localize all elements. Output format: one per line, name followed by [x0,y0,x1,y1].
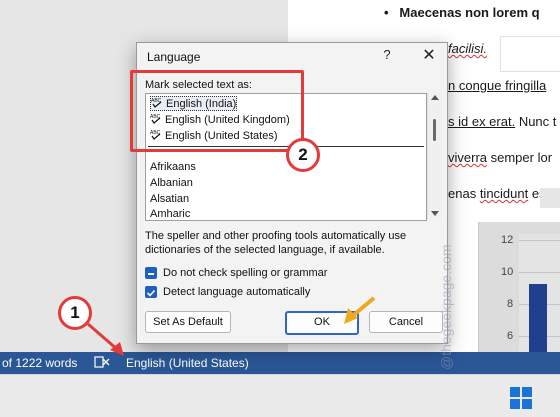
watermark-text: @thegeekpage.com [438,244,454,370]
ok-pointer-arrowhead [344,308,358,324]
annotation-arrows [87,296,376,356]
watermark: @thegeekpage.com [436,210,456,370]
step-1-arrow [87,322,119,352]
